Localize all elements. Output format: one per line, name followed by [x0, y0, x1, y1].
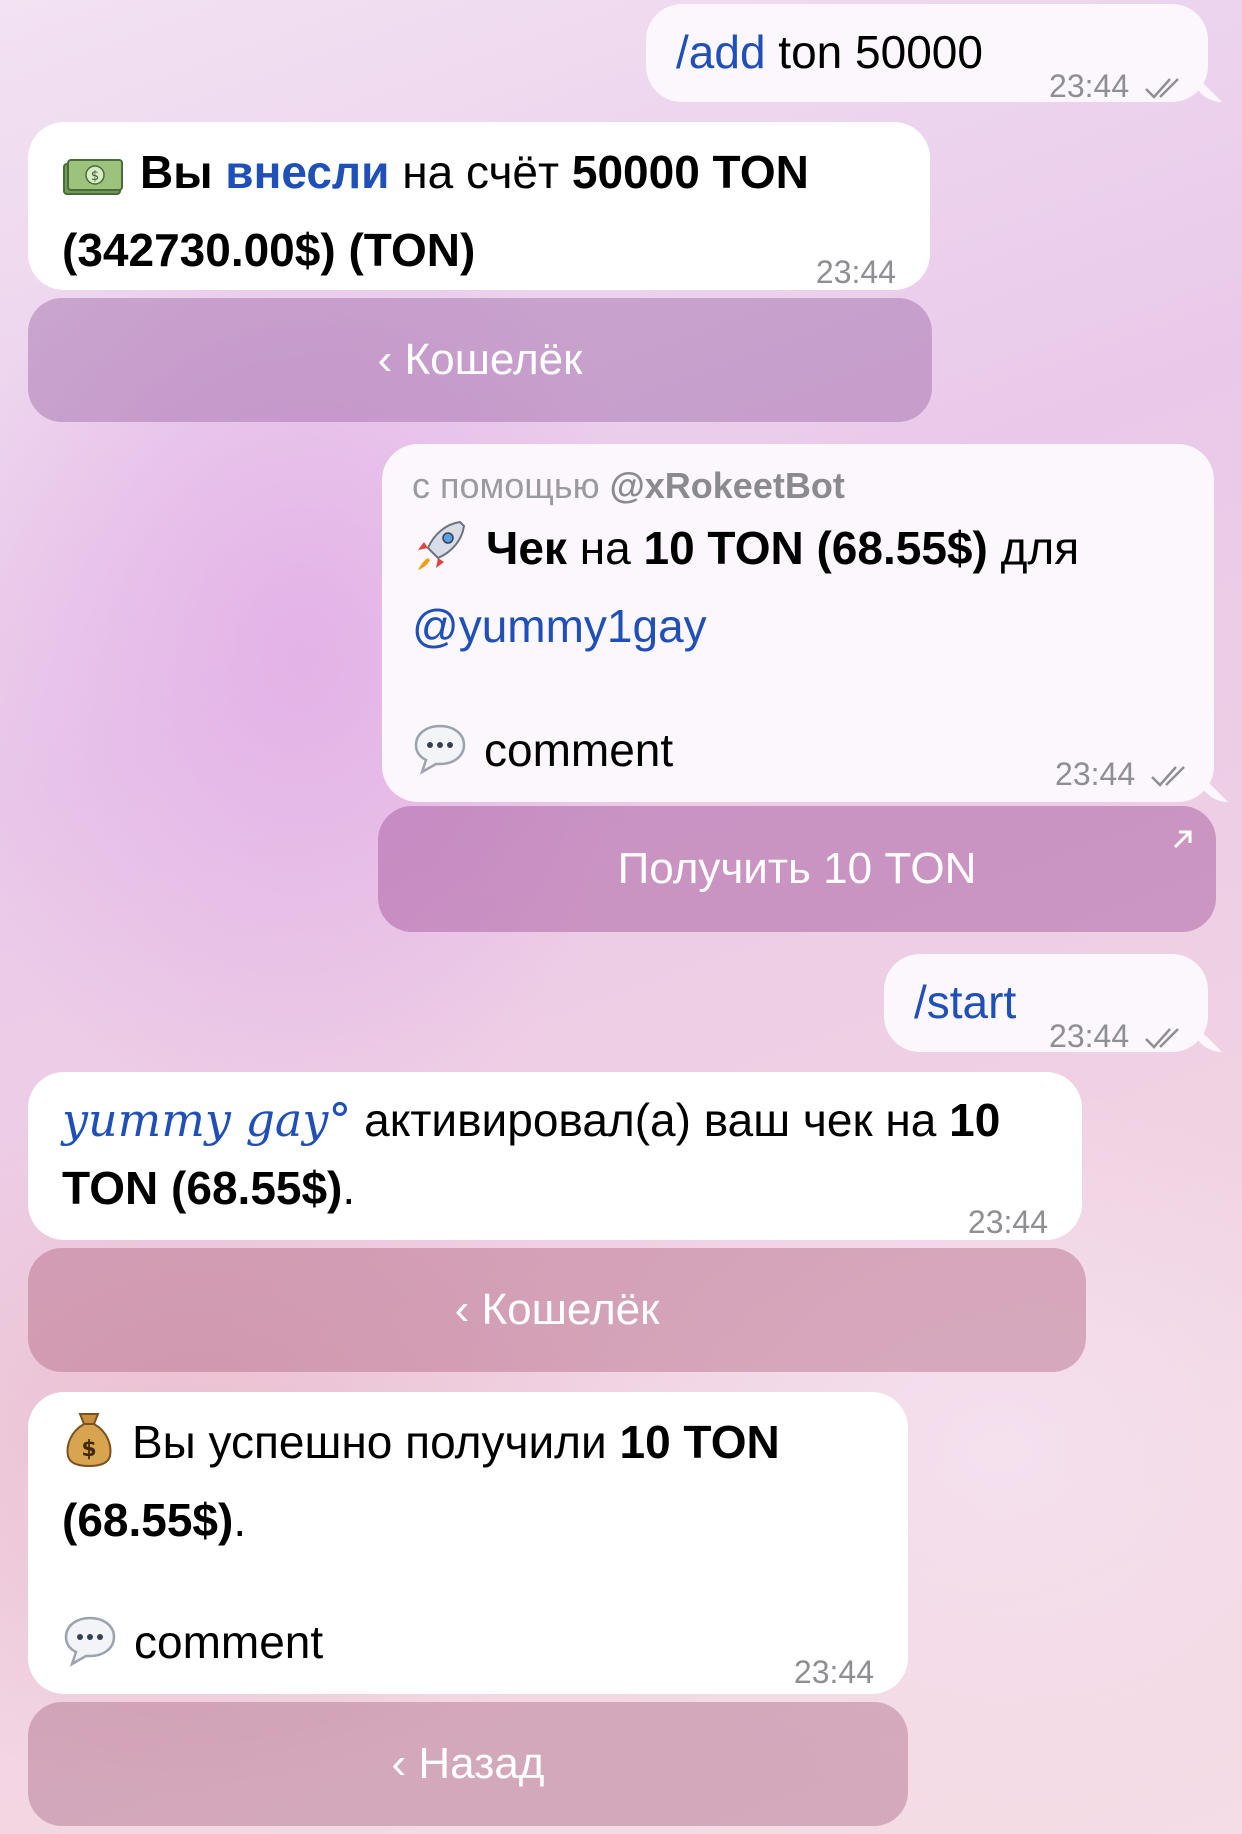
- read-checkmarks-icon: [1145, 78, 1179, 99]
- wallet-button[interactable]: ‹ Кошелёк: [28, 298, 932, 422]
- back-button[interactable]: ‹ Назад: [28, 1702, 908, 1826]
- deposit-link[interactable]: внесли: [225, 146, 389, 198]
- read-checkmarks-icon: [1151, 766, 1185, 787]
- command-link[interactable]: /add: [676, 26, 766, 78]
- incoming-message-deposit: $ Вы внесли на счёт 50000 TON (342730.00…: [28, 122, 930, 290]
- message-time: 23:44: [1049, 52, 1186, 120]
- speech-bubble-icon: [62, 1614, 118, 1686]
- recipient-mention[interactable]: @yummy1gay: [412, 600, 707, 652]
- incoming-message-activation: yummy gay° активировал(а) ваш чек на 10 …: [28, 1072, 1082, 1240]
- message-time: 23:44: [967, 1204, 1048, 1240]
- money-bills-icon: $: [62, 148, 124, 216]
- outgoing-message-add: /add ton 50000 23:44: [646, 4, 1208, 104]
- money-bag-icon: $: [62, 1410, 116, 1486]
- bot-username[interactable]: @xRokeetBot: [610, 465, 845, 506]
- svg-text:$: $: [81, 1437, 96, 1462]
- message-time: 23:44: [1055, 740, 1192, 808]
- wallet-button[interactable]: ‹ Кошелёк: [28, 1248, 1086, 1372]
- speech-bubble-icon: [412, 722, 468, 794]
- via-bot-label: с помощью @xRokeetBot: [412, 465, 845, 506]
- message-time: 23:44: [793, 1654, 874, 1690]
- message-time: 23:44: [1049, 1002, 1186, 1070]
- outgoing-message-start: /start 23:44: [884, 954, 1208, 1054]
- receive-ton-button[interactable]: Получить 10 TON: [378, 806, 1216, 932]
- user-display-name[interactable]: yummy gay°: [62, 1093, 351, 1147]
- external-link-arrow-icon: [1173, 830, 1192, 849]
- message-time: 23:44: [815, 254, 896, 290]
- command-link[interactable]: /start: [914, 976, 1016, 1028]
- rocket-icon: [412, 516, 470, 592]
- read-checkmarks-icon: [1145, 1028, 1179, 1049]
- comment-text: comment: [484, 724, 674, 776]
- comment-text: comment: [134, 1616, 324, 1668]
- svg-text:$: $: [91, 169, 99, 184]
- incoming-message-received: $ Вы успешно получили 10 TON (68.55$). c…: [28, 1392, 908, 1694]
- outgoing-message-check: с помощью @xRokeetBot Чек на 10 TON (68.…: [382, 444, 1214, 802]
- message-text: ton 50000: [765, 26, 983, 78]
